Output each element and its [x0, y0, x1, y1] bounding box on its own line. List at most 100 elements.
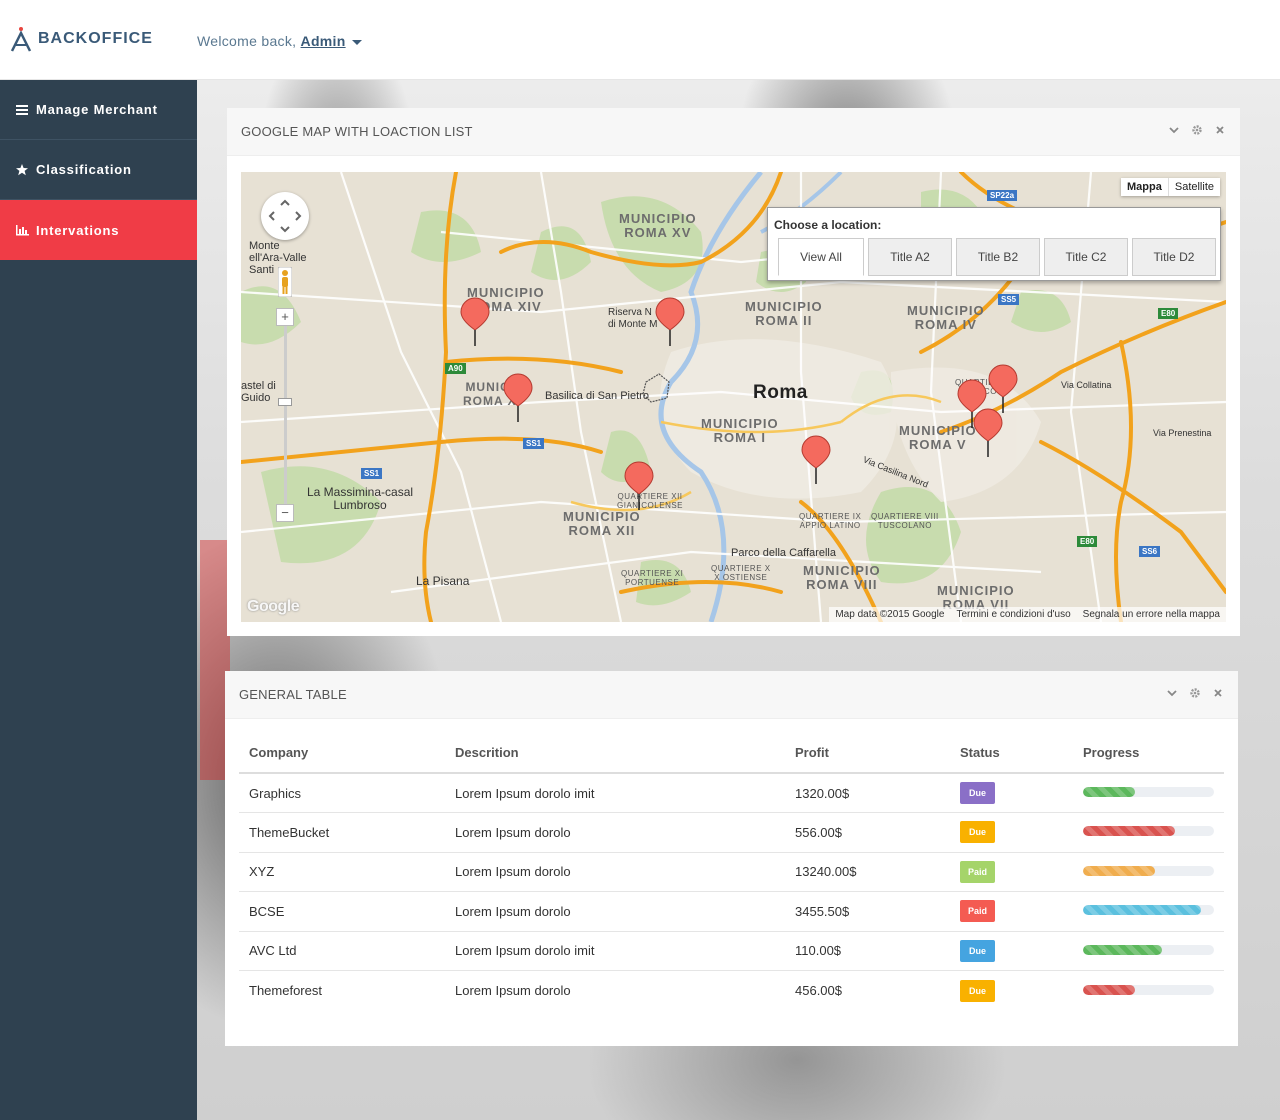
panel-title: GENERAL TABLE	[239, 687, 347, 702]
map-label-q-appio: QUARTIERE IX APPIO LATINO	[799, 512, 862, 530]
location-tab-view-all[interactable]: View All	[778, 238, 864, 276]
location-tab-c2[interactable]: Title C2	[1044, 238, 1128, 276]
progress-fill	[1083, 787, 1136, 797]
map-label-via-collatina: Via Collatina	[1061, 380, 1112, 390]
map-marker[interactable]	[972, 407, 1004, 459]
map-marker[interactable]	[459, 296, 491, 348]
cell-progress	[1073, 852, 1224, 892]
table-row[interactable]: BCSE Lorem Ipsum dorolo 3455.50$ Paid	[239, 891, 1224, 932]
map-label-basilica: Basilica di San Pietro	[545, 390, 649, 402]
zoom-in-button[interactable]: +	[276, 308, 294, 326]
road-badge: SS1	[361, 468, 383, 479]
cell-profit: 110.00$	[785, 931, 950, 971]
location-tab-b2[interactable]: Title B2	[956, 238, 1040, 276]
road-badge: E80	[1077, 536, 1098, 547]
cell-status: Due	[950, 971, 1073, 1011]
gear-icon[interactable]	[1191, 124, 1203, 136]
zoom-out-button[interactable]: −	[276, 504, 294, 522]
status-badge: Due	[960, 979, 995, 1002]
close-icon[interactable]	[1212, 687, 1224, 699]
location-chooser: Choose a location: View All Title A2 Tit…	[767, 207, 1221, 281]
cell-description: Lorem Ipsum dorolo imit	[445, 773, 785, 813]
cell-progress	[1073, 971, 1224, 1011]
table-row[interactable]: XYZ Lorem Ipsum dorolo 13240.00$ Paid	[239, 852, 1224, 892]
sidebar-item-manage-merchant[interactable]: Manage Merchant	[0, 80, 197, 140]
column-header-progress[interactable]: Progress	[1073, 733, 1224, 774]
table-row[interactable]: AVC Ltd Lorem Ipsum dorolo imit 110.00$ …	[239, 931, 1224, 971]
collapse-icon[interactable]	[1166, 687, 1178, 699]
panel-tools	[1168, 124, 1226, 136]
map-label-riserva: Riserva N di Monte M	[608, 307, 658, 330]
gear-icon[interactable]	[1189, 687, 1201, 699]
road-badge: SP22a	[987, 190, 1018, 201]
bar-chart-icon	[16, 225, 29, 236]
panel-tools	[1166, 687, 1224, 699]
sidebar-item-classification[interactable]: Classification	[0, 140, 197, 200]
column-header-description[interactable]: Descrition	[445, 733, 785, 774]
user-menu-toggle[interactable]: Admin	[301, 33, 346, 49]
column-header-company[interactable]: Company	[239, 733, 445, 774]
logo-text: BACKOFFICE	[38, 30, 153, 47]
status-badge: Due	[960, 782, 995, 804]
progress-bar	[1083, 787, 1214, 797]
cell-status: Due	[950, 773, 1073, 813]
table-row[interactable]: ThemeBucket Lorem Ipsum dorolo 556.00$ D…	[239, 812, 1224, 853]
map-marker[interactable]	[654, 296, 686, 348]
cell-profit: 556.00$	[785, 812, 950, 853]
map-report-error-link[interactable]: Segnala un errore nella mappa	[1083, 609, 1220, 620]
cell-profit: 13240.00$	[785, 852, 950, 892]
map-marker[interactable]	[800, 434, 832, 486]
map-label-muni-iv: MUNICIPIO ROMA IV	[907, 303, 985, 332]
pegman-icon[interactable]	[278, 267, 292, 297]
map-footer: Map data ©2015 Google Termini e condizio…	[829, 607, 1226, 622]
chevron-down-icon[interactable]	[351, 39, 362, 45]
cell-status: Due	[950, 931, 1073, 971]
cell-company: ThemeBucket	[239, 812, 445, 853]
map-label-parco: Parco della Caffarella	[731, 547, 836, 559]
cell-profit: 456.00$	[795, 983, 842, 998]
column-header-status[interactable]: Status	[950, 733, 1073, 774]
google-map[interactable]: Monte ell'Ara-Valle Santi astel di Guido…	[241, 172, 1226, 622]
map-label-castel-guido: astel di Guido	[241, 380, 276, 404]
pan-control[interactable]	[261, 192, 309, 240]
zoom-slider-handle[interactable]	[278, 398, 292, 406]
table-row[interactable]: Themeforest Lorem Ipsum dorolo 456.00$ D…	[239, 971, 1224, 1011]
map-marker[interactable]	[623, 460, 655, 512]
progress-fill	[1083, 905, 1201, 916]
table-body: Graphics Lorem Ipsum dorolo imit 1320.00…	[239, 773, 1224, 1010]
close-icon[interactable]	[1214, 124, 1226, 136]
welcome-prefix: Welcome back,	[197, 33, 297, 49]
progress-bar	[1083, 984, 1214, 995]
map-label-muni-ii: MUNICIPIO ROMA II	[745, 299, 823, 328]
location-tab-d2[interactable]: Title D2	[1132, 238, 1216, 276]
google-logo[interactable]: Google	[247, 598, 300, 616]
table-header-row: Company Descrition Profit Status Progres…	[239, 733, 1224, 774]
map-terms-link[interactable]: Termini e condizioni d'uso	[956, 609, 1070, 620]
map-type-control: Mappa Satellite	[1121, 178, 1220, 196]
location-chooser-title: Choose a location:	[774, 218, 882, 232]
table-panel: GENERAL TABLE Company Descrition Profit …	[225, 671, 1238, 1046]
sidebar-item-intervations[interactable]: Intervations	[0, 200, 197, 260]
zoom-slider-track[interactable]	[284, 312, 287, 512]
table-row[interactable]: Graphics Lorem Ipsum dorolo imit 1320.00…	[239, 773, 1224, 813]
logo[interactable]: BACKOFFICE	[10, 24, 153, 54]
road-badge: SS1	[523, 438, 545, 449]
sidebar-item-label: Manage Merchant	[36, 102, 158, 117]
cell-status: Due	[950, 812, 1073, 853]
cell-description: Lorem Ipsum dorolo	[455, 983, 571, 998]
star-icon	[16, 163, 28, 175]
location-tab-a2[interactable]: Title A2	[868, 238, 952, 276]
cell-status: Paid	[950, 891, 1073, 932]
cell-description: Lorem Ipsum dorolo	[445, 852, 785, 892]
table-panel-header: GENERAL TABLE	[225, 671, 1238, 719]
status-badge: Paid	[960, 860, 995, 883]
location-tabs: View All Title A2 Title B2 Title C2 Titl…	[778, 238, 1216, 276]
map-type-satellite-button[interactable]: Satellite	[1169, 178, 1220, 196]
map-marker[interactable]	[502, 372, 534, 424]
column-header-profit[interactable]: Profit	[785, 733, 950, 774]
map-label-muni-i: MUNICIPIO ROMA I	[701, 416, 779, 445]
general-table: Company Descrition Profit Status Progres…	[239, 733, 1224, 1010]
collapse-icon[interactable]	[1168, 124, 1180, 136]
progress-fill	[1083, 944, 1162, 955]
map-type-map-button[interactable]: Mappa	[1121, 178, 1169, 196]
